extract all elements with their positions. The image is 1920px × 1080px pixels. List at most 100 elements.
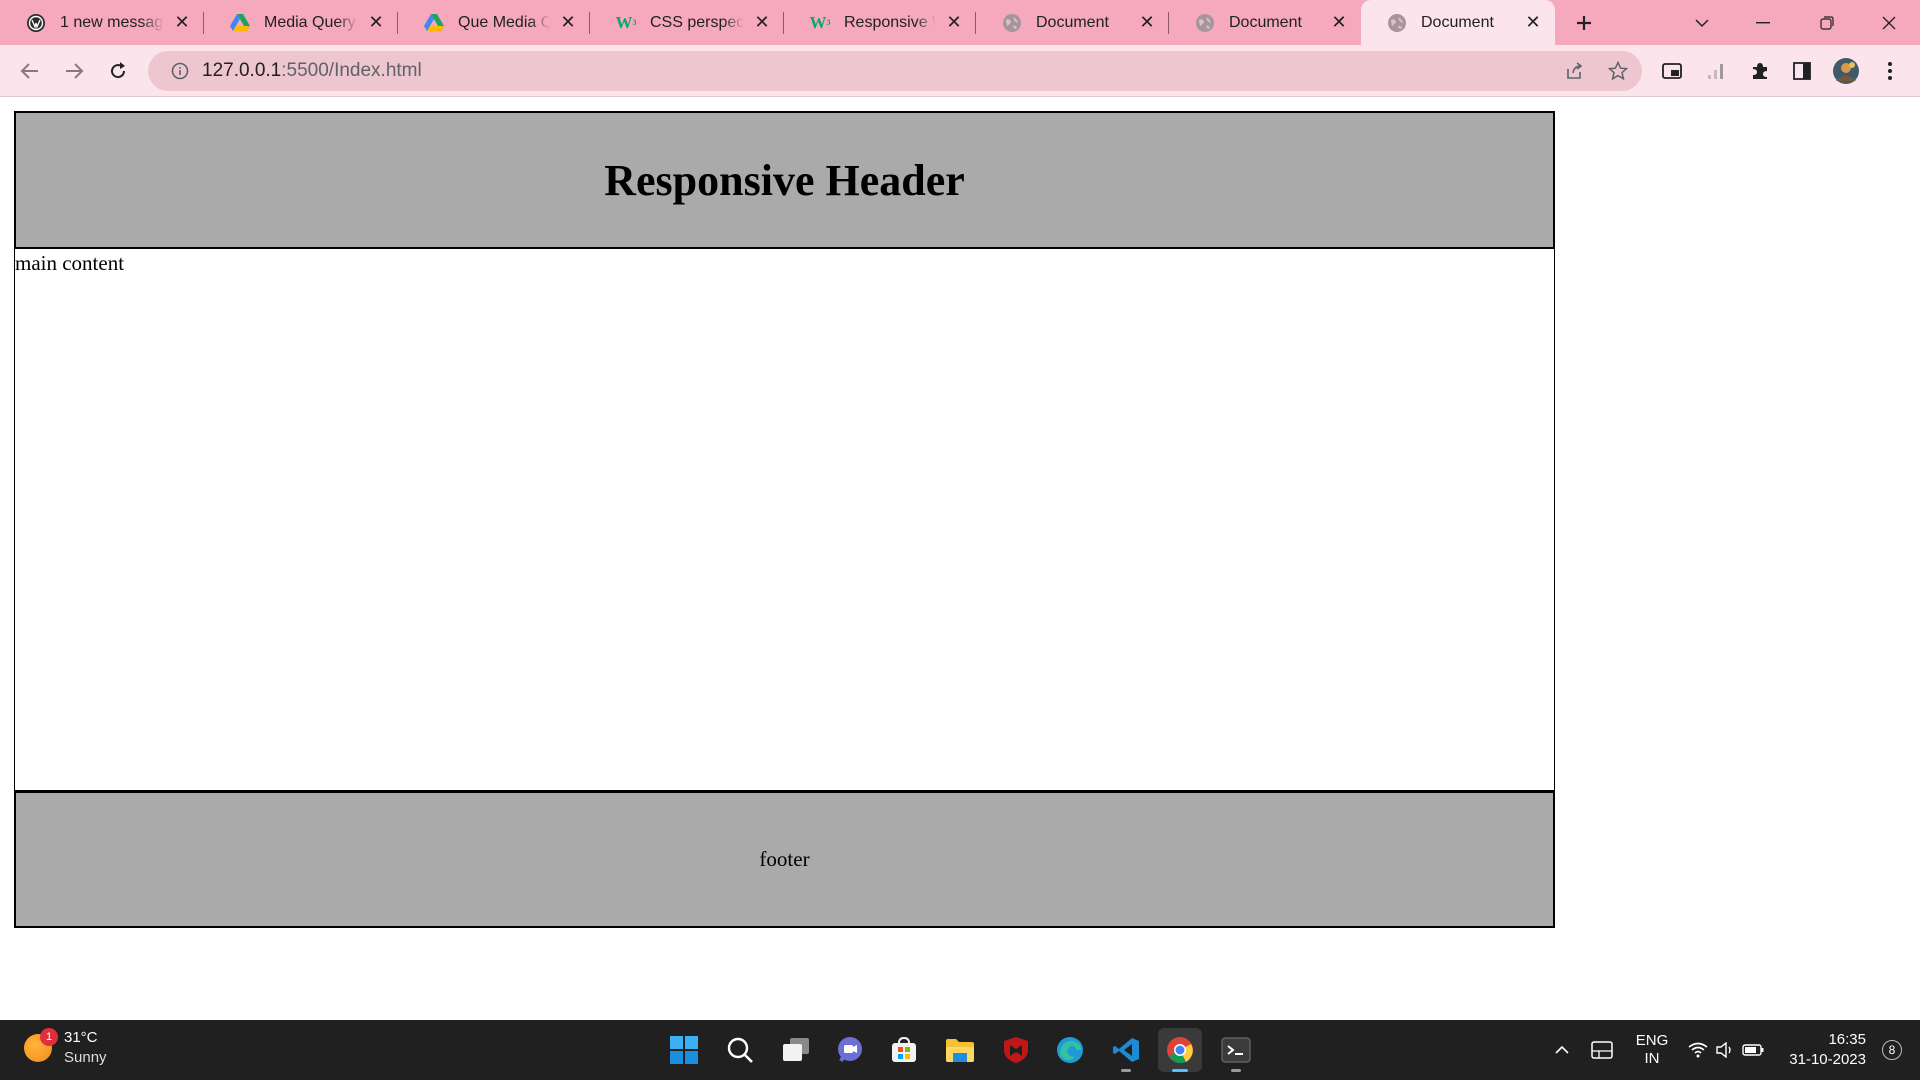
globe-icon [1195, 13, 1215, 33]
page-main: main content [14, 249, 1555, 791]
google-drive-icon [230, 13, 250, 33]
tab-7[interactable]: Document ✕ [1169, 0, 1361, 45]
lang-line2: IN [1644, 1050, 1660, 1067]
show-hidden-icons-button[interactable] [1548, 1020, 1576, 1080]
share-icon[interactable] [1554, 61, 1594, 81]
vscode-icon [1113, 1038, 1139, 1062]
notification-badge[interactable]: 8 [1882, 1040, 1902, 1060]
picture-in-picture-button[interactable] [1652, 45, 1692, 97]
puzzle-icon [1753, 63, 1767, 79]
task-view-button[interactable] [774, 1028, 818, 1072]
w3schools-icon: W3 [615, 12, 637, 32]
url-text[interactable]: 127.0.0.1:5500/Index.html [202, 60, 1554, 82]
quick-settings-button[interactable] [1684, 1020, 1768, 1080]
tab-1[interactable]: 1 new message ✕ [0, 0, 204, 45]
volume-icon [1716, 1042, 1731, 1058]
reload-button[interactable] [98, 45, 138, 97]
chevron-down-icon [1695, 18, 1709, 27]
keyboard-icon [1591, 1041, 1613, 1059]
main-content-text: main content [15, 251, 125, 275]
close-icon[interactable]: ✕ [752, 12, 772, 33]
weather-badge: 1 [40, 1028, 58, 1046]
address-bar[interactable]: 127.0.0.1:5500/Index.html [148, 51, 1642, 91]
clock[interactable]: 16:35 31-10-2023 [1789, 1030, 1866, 1070]
chat-icon [838, 1037, 862, 1062]
info-icon[interactable] [160, 51, 200, 91]
side-panel-button[interactable] [1782, 45, 1822, 97]
edge-button[interactable] [1048, 1028, 1092, 1072]
file-explorer-button[interactable] [938, 1028, 982, 1072]
running-indicator [1121, 1069, 1131, 1072]
page-footer: footer [14, 791, 1555, 928]
footer-text: footer [759, 847, 810, 871]
forward-button[interactable] [54, 45, 94, 97]
page-viewport: Responsive Header main content footer [0, 98, 1920, 1020]
picture-in-picture-icon [1662, 63, 1682, 79]
close-icon[interactable]: ✕ [1329, 12, 1349, 33]
weather-widget[interactable]: 1 31°C Sunny [24, 1028, 107, 1068]
tab-2[interactable]: Media Query - Google Drive ✕ [204, 0, 398, 45]
tab-6[interactable]: Document ✕ [976, 0, 1169, 45]
tab-5[interactable]: W3 Responsive Web Design ✕ [784, 0, 976, 45]
arrow-right-icon [66, 63, 84, 79]
folder-icon [946, 1039, 974, 1062]
clock-time: 16:35 [1828, 1031, 1866, 1048]
side-panel-icon [1793, 62, 1811, 80]
close-icon[interactable]: ✕ [944, 12, 964, 33]
chevron-up-icon [1555, 1045, 1569, 1054]
arrow-left-icon [20, 63, 38, 79]
sun-icon: 1 [24, 1028, 58, 1062]
language-indicator[interactable]: ENG IN [1630, 1020, 1674, 1080]
close-icon[interactable]: ✕ [172, 12, 192, 33]
tab-8-active[interactable]: Document ✕ [1361, 0, 1555, 45]
tab-4[interactable]: W3 CSS perspective ✕ [590, 0, 784, 45]
chrome-icon [1167, 1037, 1193, 1064]
lang-line1: ENG [1635, 1032, 1669, 1049]
more-vertical-icon [1888, 62, 1892, 80]
clock-date: 31-10-2023 [1789, 1051, 1866, 1068]
start-button[interactable] [662, 1028, 706, 1072]
battery-icon [1742, 1044, 1764, 1056]
terminal-button[interactable] [1214, 1028, 1258, 1072]
close-icon[interactable]: ✕ [1523, 12, 1543, 33]
close-icon[interactable]: ✕ [558, 12, 578, 33]
edge-icon [1057, 1037, 1083, 1063]
close-icon[interactable]: ✕ [366, 12, 386, 33]
extensions-button[interactable] [1740, 45, 1780, 97]
tab-search-button[interactable] [1682, 0, 1722, 45]
store-icon [892, 1036, 916, 1062]
store-button[interactable] [882, 1028, 926, 1072]
profile-avatar[interactable] [1826, 45, 1866, 97]
globe-icon [1002, 13, 1022, 33]
close-icon[interactable]: ✕ [1137, 12, 1157, 33]
running-indicator [1231, 1069, 1241, 1072]
weather-desc: Sunny [64, 1049, 107, 1066]
vscode-button[interactable] [1104, 1028, 1148, 1072]
chrome-button[interactable] [1158, 1028, 1202, 1072]
restore-button[interactable] [1804, 0, 1850, 45]
back-button[interactable] [10, 45, 50, 97]
avatar-icon [1833, 58, 1859, 84]
search-button[interactable] [718, 1028, 762, 1072]
new-tab-button[interactable] [1566, 0, 1602, 45]
mcafee-button[interactable] [994, 1028, 1038, 1072]
tab-title: 1 new message [60, 13, 164, 31]
close-icon [1882, 16, 1896, 29]
tab-strip: 1 new message ✕ Media Query - Google Dri… [0, 0, 1920, 45]
page-header-title: Responsive Header [604, 155, 965, 205]
tab-3[interactable]: Que Media Query ✕ [398, 0, 590, 45]
close-window-button[interactable] [1866, 0, 1912, 45]
wifi-icon [1688, 1042, 1708, 1058]
menu-button[interactable] [1870, 45, 1910, 97]
search-icon [727, 1037, 753, 1063]
touch-keyboard-button[interactable] [1586, 1020, 1618, 1080]
mcafee-shield-icon [1004, 1037, 1028, 1063]
minimize-button[interactable] [1740, 0, 1786, 45]
signal-button[interactable] [1696, 45, 1736, 97]
bookmark-star-icon[interactable] [1594, 61, 1642, 81]
teams-chat-button[interactable] [828, 1028, 872, 1072]
w3schools-icon: W3 [809, 12, 831, 32]
tab-title: Document [1036, 13, 1109, 31]
windows-icon [670, 1036, 698, 1064]
plus-icon [1577, 15, 1591, 30]
